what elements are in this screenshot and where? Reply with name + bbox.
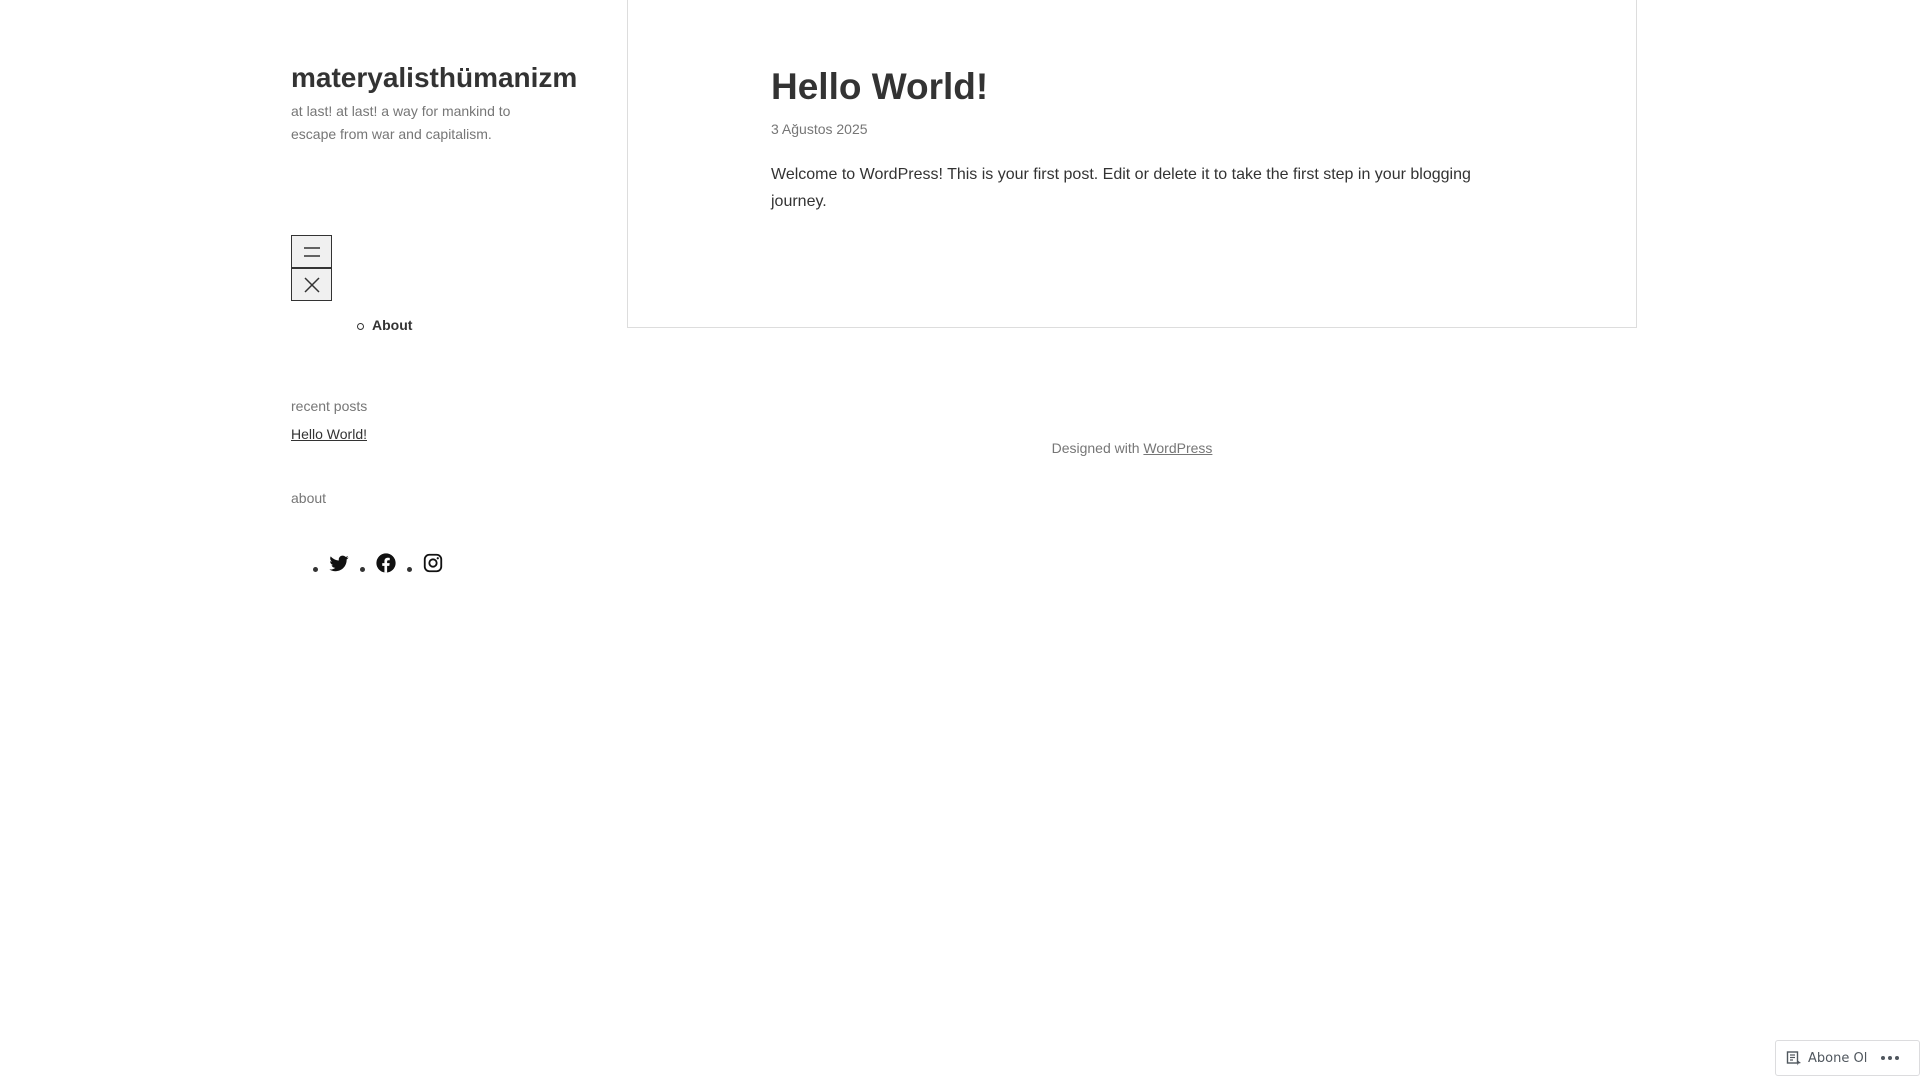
social-links <box>313 552 454 574</box>
close-icon <box>303 276 320 293</box>
social-item-facebook[interactable] <box>360 552 397 574</box>
menu-open-button[interactable] <box>291 235 332 268</box>
recent-post-link[interactable]: Hello World! <box>291 426 367 442</box>
subscribe-button[interactable]: Abone Ol <box>1786 1050 1867 1066</box>
ellipsis-icon[interactable] <box>1881 1056 1900 1060</box>
site-footer: Designed with WordPress <box>627 440 1637 456</box>
about-widget-title: about <box>291 490 327 506</box>
menu-item-about[interactable]: About <box>356 317 412 333</box>
footer-credit-text: Designed with <box>1051 440 1144 456</box>
subscribe-label: Abone Ol <box>1808 1050 1868 1066</box>
page: materyalisthümanizm at last! at last! a … <box>0 0 1920 1080</box>
reader-icon <box>1786 1051 1801 1066</box>
site-title[interactable]: materyalisthümanizm <box>291 62 577 94</box>
post-date[interactable]: 3 Ağustos 2025 <box>771 121 868 137</box>
primary-menu: About <box>356 317 412 333</box>
hamburger-icon <box>303 246 320 257</box>
list-bullet <box>360 567 365 572</box>
menu-close-button[interactable] <box>291 268 332 301</box>
recent-posts-title: recent posts <box>291 398 368 414</box>
post-title[interactable]: Hello World! <box>771 66 988 108</box>
social-item-instagram[interactable] <box>407 552 444 574</box>
facebook-icon[interactable] <box>375 552 397 574</box>
post-article: Hello World! 3 Ağustos 2025 Welcome to W… <box>627 0 1637 328</box>
footer-wordpress-link[interactable]: WordPress <box>1143 440 1212 456</box>
list-bullet <box>313 567 318 572</box>
post-content: Welcome to WordPress! This is your first… <box>771 166 1471 210</box>
subscribe-bar: Abone Ol <box>1775 1040 1920 1076</box>
list-bullet <box>407 567 412 572</box>
site-description: at last! at last! a way for mankind to e… <box>291 103 511 142</box>
twitter-icon[interactable] <box>328 552 350 574</box>
instagram-icon[interactable] <box>422 552 444 574</box>
social-item-twitter[interactable] <box>313 552 350 574</box>
